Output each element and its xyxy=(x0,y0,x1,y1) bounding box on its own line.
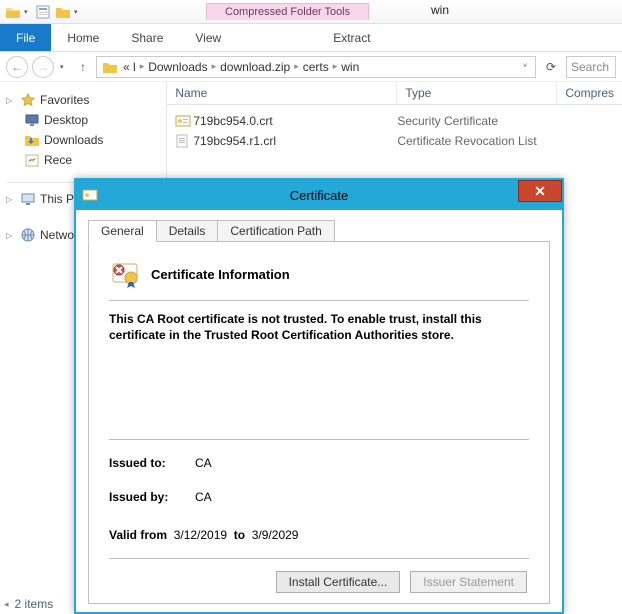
desktop-icon xyxy=(24,112,40,128)
file-name: 719bc954.r1.crl xyxy=(193,134,397,148)
collapse-icon[interactable]: ▷ xyxy=(6,96,16,105)
sidebar-item-label: Downloads xyxy=(44,133,103,147)
trust-warning-message: This CA Root certificate is not trusted.… xyxy=(109,311,529,343)
certificate-info-heading: Certificate Information xyxy=(151,267,290,282)
tab-general[interactable]: General xyxy=(88,220,157,242)
certificate-dialog: Certificate ✕ General Details Certificat… xyxy=(74,178,564,614)
install-certificate-button[interactable]: Install Certificate... xyxy=(276,571,401,593)
folder-icon xyxy=(101,58,119,76)
status-bar: ◂ 2 items xyxy=(4,597,53,611)
chevron-right-icon[interactable]: ▸ xyxy=(140,61,145,72)
issuer-statement-button: Issuer Statement xyxy=(410,571,527,593)
tab-view[interactable]: View xyxy=(179,24,237,51)
ribbon-tabs: File Home Share View Extract xyxy=(0,24,622,52)
tab-home[interactable]: Home xyxy=(51,24,115,51)
breadcrumb[interactable]: certs xyxy=(303,60,329,74)
network-label: Netwo xyxy=(40,228,74,242)
file-type: Security Certificate xyxy=(397,114,557,128)
window-title: win xyxy=(431,3,449,17)
history-dropdown-icon[interactable]: ▾ xyxy=(60,63,68,71)
quick-access-toolbar: ▾ ▾ Compressed Folder Tools win xyxy=(0,0,622,24)
breadcrumb[interactable]: win xyxy=(341,60,359,74)
column-compressed[interactable]: Compres xyxy=(557,82,622,104)
file-type: Certificate Revocation List xyxy=(397,134,557,148)
new-folder-icon[interactable] xyxy=(54,3,72,21)
star-icon xyxy=(20,92,36,108)
issued-by-label: Issued by: xyxy=(109,490,187,504)
chevron-left-icon[interactable]: ◂ xyxy=(4,599,9,610)
dialog-title: Certificate xyxy=(290,188,349,203)
tab-panel-general: Certificate Information This CA Root cer… xyxy=(88,242,550,604)
sidebar-item-label: Desktop xyxy=(44,113,88,127)
address-dropdown-icon[interactable]: ˅ xyxy=(523,63,531,70)
close-button[interactable]: ✕ xyxy=(518,180,562,202)
qat-dropdown-icon[interactable]: ▾ xyxy=(24,8,32,16)
breadcrumb[interactable]: « l xyxy=(123,60,136,74)
tab-share[interactable]: Share xyxy=(115,24,179,51)
sidebar-item-desktop[interactable]: Desktop xyxy=(6,110,160,130)
issued-by-value: CA xyxy=(195,490,212,504)
favorites-label: Favorites xyxy=(40,93,89,107)
certificate-file-icon xyxy=(173,114,193,128)
file-name: 719bc954.0.crt xyxy=(193,114,397,128)
chevron-right-icon[interactable]: ▸ xyxy=(333,61,338,72)
back-button[interactable]: ← xyxy=(6,56,28,78)
qat-customize-icon[interactable]: ▾ xyxy=(74,8,82,16)
collapse-icon[interactable]: ▷ xyxy=(6,231,16,240)
up-button[interactable]: ↑ xyxy=(74,60,92,74)
favorites-group[interactable]: ▷ Favorites xyxy=(6,90,160,110)
issued-to-label: Issued to: xyxy=(109,456,187,470)
column-headers[interactable]: Name Type Compres xyxy=(167,82,622,105)
validity-row: Valid from 3/12/2019 to 3/9/2029 xyxy=(109,528,529,542)
network-icon xyxy=(20,227,36,243)
navigation-toolbar: ← → ▾ ↑ « l ▸ Downloads ▸ download.zip ▸… xyxy=(0,52,622,82)
search-input[interactable]: Search xyxy=(566,56,616,78)
issued-to-row: Issued to: CA xyxy=(109,456,529,470)
dialog-titlebar[interactable]: Certificate ✕ xyxy=(76,180,562,210)
column-name[interactable]: Name xyxy=(167,82,397,104)
crl-file-icon xyxy=(173,134,193,148)
valid-from-label: Valid from xyxy=(109,528,167,542)
issued-to-value: CA xyxy=(195,456,212,470)
issued-by-row: Issued by: CA xyxy=(109,490,529,504)
tab-certification-path[interactable]: Certification Path xyxy=(217,220,334,242)
chevron-right-icon[interactable]: ▸ xyxy=(212,61,217,72)
breadcrumb[interactable]: download.zip xyxy=(220,60,290,74)
sidebar-item-recent[interactable]: Rece xyxy=(6,150,160,170)
explorer-icon[interactable] xyxy=(4,3,22,21)
sidebar-item-label: Rece xyxy=(44,153,72,167)
properties-icon[interactable] xyxy=(34,3,52,21)
refresh-button[interactable]: ⟳ xyxy=(540,56,562,78)
this-pc-label: This P xyxy=(40,192,74,206)
address-bar[interactable]: « l ▸ Downloads ▸ download.zip ▸ certs ▸… xyxy=(96,56,536,78)
file-tab[interactable]: File xyxy=(0,24,51,51)
table-row[interactable]: 719bc954.0.crt Security Certificate xyxy=(167,111,622,131)
table-row[interactable]: 719bc954.r1.crl Certificate Revocation L… xyxy=(167,131,622,151)
column-type[interactable]: Type xyxy=(397,82,557,104)
breadcrumb[interactable]: Downloads xyxy=(148,60,207,74)
sidebar-item-downloads[interactable]: Downloads xyxy=(6,130,160,150)
computer-icon xyxy=(20,191,36,207)
dialog-tabs: General Details Certification Path xyxy=(88,220,550,242)
downloads-icon xyxy=(24,132,40,148)
item-count: 2 items xyxy=(15,597,54,611)
search-placeholder: Search xyxy=(571,60,609,74)
forward-button[interactable]: → xyxy=(32,56,54,78)
valid-to-value: 3/9/2029 xyxy=(252,528,299,542)
chevron-right-icon[interactable]: ▸ xyxy=(294,61,299,72)
tab-details[interactable]: Details xyxy=(156,220,219,242)
certificate-icon xyxy=(76,188,104,202)
collapse-icon[interactable]: ▷ xyxy=(6,195,16,204)
contextual-tools-tab[interactable]: Compressed Folder Tools xyxy=(206,3,369,20)
recent-icon xyxy=(24,152,40,168)
valid-to-label: to xyxy=(234,528,245,542)
valid-from-value: 3/12/2019 xyxy=(174,528,227,542)
certificate-badge-icon xyxy=(109,258,141,290)
tab-extract[interactable]: Extract xyxy=(309,24,394,51)
